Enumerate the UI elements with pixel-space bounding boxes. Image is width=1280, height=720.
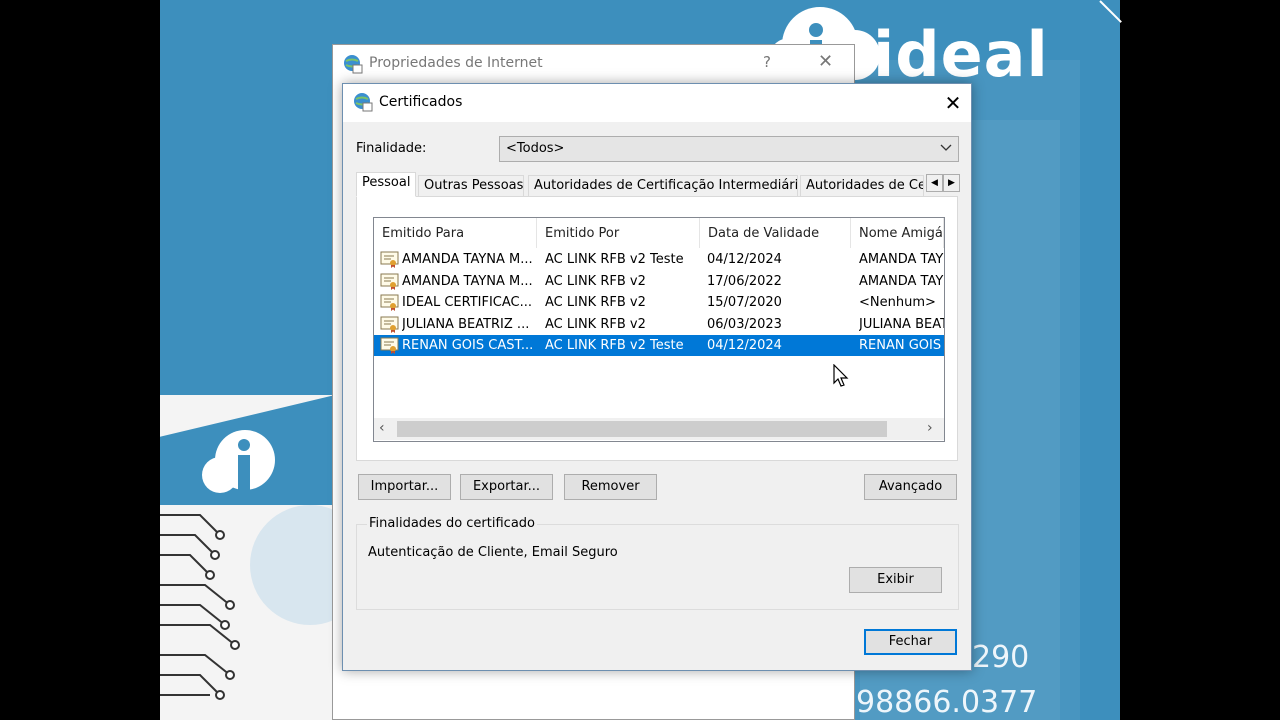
cell-expiry: 04/12/2024 — [707, 252, 782, 267]
help-button[interactable]: ? — [763, 53, 771, 71]
scroll-left-icon[interactable]: ‹ — [379, 420, 385, 436]
cell-friendly-name: JULIANA BEAT — [859, 316, 945, 332]
certificate-row[interactable]: AMANDA TAYNA M... AC LINK RFB v2 17/06/202… — [374, 271, 944, 292]
purpose-select-value: <Todos> — [506, 141, 565, 156]
cell-issued-by: AC LINK RFB v2 Teste — [545, 338, 684, 353]
close-icon[interactable]: ✕ — [935, 88, 971, 118]
export-button[interactable]: Exportar... — [460, 474, 553, 500]
cell-issued-to: RENAN GOIS CAST... — [402, 338, 534, 353]
cell-issued-by: AC LINK RFB v2 Teste — [545, 252, 684, 267]
cell-issued-to: AMANDA TAYNA M... — [402, 273, 533, 289]
tab-autoridades-raiz[interactable]: Autoridades de Ce — [800, 175, 924, 196]
import-button[interactable]: Importar... — [358, 474, 451, 500]
column-header-friendly-name[interactable]: Nome Amigáve — [851, 218, 944, 248]
certificate-icon — [380, 337, 399, 354]
cell-expiry: 15/07/2020 — [707, 295, 782, 310]
card-cloud-logo-icon — [202, 430, 275, 495]
cell-friendly-name: RENAN GOIS C — [859, 338, 945, 353]
cell-issued-to: IDEAL CERTIFICAC... — [402, 295, 533, 310]
cell-friendly-name: AMANDA TAYN — [859, 273, 945, 289]
tab-scroll-left-icon[interactable]: ◀ — [926, 174, 943, 192]
globe-certificate-icon — [354, 93, 373, 112]
cell-issued-by: AC LINK RFB v2 — [545, 316, 646, 332]
tab-autoridades-intermediarias[interactable]: Autoridades de Certificação Intermediári… — [528, 175, 798, 196]
phone-number-1: 290 — [972, 640, 1030, 675]
remove-button[interactable]: Remover — [564, 474, 657, 500]
certificate-icon — [380, 251, 399, 268]
globe-certificate-icon — [344, 55, 363, 74]
dialog-titlebar: Certificados ✕ — [343, 84, 971, 122]
scroll-right-icon[interactable]: › — [927, 420, 933, 436]
circuit-graphic-icon — [160, 505, 335, 700]
scrollbar-thumb[interactable] — [397, 421, 887, 437]
certificate-purposes-group: Finalidades do certificado Autenticação … — [356, 516, 959, 610]
certificate-row[interactable]: AMANDA TAYNA M... AC LINK RFB v2 Teste 04/… — [374, 249, 944, 270]
brand-name: ideal — [873, 18, 1049, 91]
desktop-screen: ideal 290 98866.0377 Propriedades de Int… — [0, 0, 1280, 720]
certificate-row[interactable]: JULIANA BEATRIZ ... AC LINK RFB v2 06/03/2… — [374, 314, 944, 335]
tab-strip: Pessoal Outras Pessoas Autoridades de Ce… — [356, 172, 960, 197]
advanced-button[interactable]: Avançado — [864, 474, 957, 500]
cell-friendly-name: AMANDA TAYNA — [859, 252, 944, 267]
cell-issued-by: AC LINK RFB v2 — [545, 273, 646, 289]
column-header-issued-by[interactable]: Emitido Por — [537, 218, 700, 248]
close-icon[interactable]: ✕ — [818, 51, 833, 72]
certificate-purposes-title: Finalidades do certificado — [367, 516, 537, 531]
cell-expiry: 04/12/2024 — [707, 338, 782, 353]
certificate-purposes-text: Autenticação de Cliente, Email Seguro — [368, 545, 618, 560]
cell-issued-to: AMANDA TAYNA M... — [402, 252, 533, 267]
certificate-list[interactable]: Emitido Para Emitido Por Data de Validad… — [373, 217, 945, 442]
certificate-icon — [380, 294, 399, 311]
purpose-label: Finalidade: — [356, 141, 427, 156]
column-header-issued-to[interactable]: Emitido Para — [374, 218, 537, 248]
tab-scroll-right-icon[interactable]: ▶ — [943, 174, 960, 192]
horizontal-scrollbar[interactable]: ‹ › — [374, 418, 944, 440]
close-button[interactable]: Fechar — [864, 629, 957, 655]
certificate-icon — [380, 316, 399, 333]
column-header-expiry[interactable]: Data de Validade — [700, 218, 851, 248]
chevron-down-icon — [940, 144, 952, 151]
tab-panel-pessoal: Emitido Para Emitido Por Data de Validad… — [356, 196, 958, 461]
cell-issued-to: JULIANA BEATRIZ ... — [402, 316, 530, 332]
certificates-dialog: Certificados ✕ Finalidade: <Todos> Pesso… — [342, 83, 972, 671]
cell-issued-by: AC LINK RFB v2 — [545, 295, 646, 310]
cell-expiry: 06/03/2023 — [707, 316, 782, 332]
view-button[interactable]: Exibir — [849, 567, 942, 593]
mouse-cursor-icon — [833, 364, 849, 387]
tab-pessoal[interactable]: Pessoal — [356, 172, 416, 197]
internet-properties-title: Propriedades de Internet — [369, 55, 543, 71]
cell-expiry: 17/06/2022 — [707, 273, 782, 289]
internet-properties-titlebar: Propriedades de Internet ? ✕ — [333, 45, 854, 83]
tab-scroll: ◀ ▶ — [926, 174, 960, 192]
tab-outras-pessoas[interactable]: Outras Pessoas — [418, 175, 524, 196]
certificate-row[interactable]: IDEAL CERTIFICAC... AC LINK RFB v2 15/07/2… — [374, 292, 944, 313]
purpose-select[interactable]: <Todos> — [499, 136, 959, 162]
phone-number-2: 98866.0377 — [856, 685, 1038, 720]
dialog-title: Certificados — [379, 94, 463, 110]
list-header: Emitido Para Emitido Por Data de Validad… — [374, 218, 944, 248]
cell-friendly-name: <Nenhum> — [859, 295, 936, 310]
certificate-icon — [380, 273, 399, 290]
certificate-row[interactable]: RENAN GOIS CAST... AC LINK RFB v2 Teste 04… — [374, 335, 944, 356]
